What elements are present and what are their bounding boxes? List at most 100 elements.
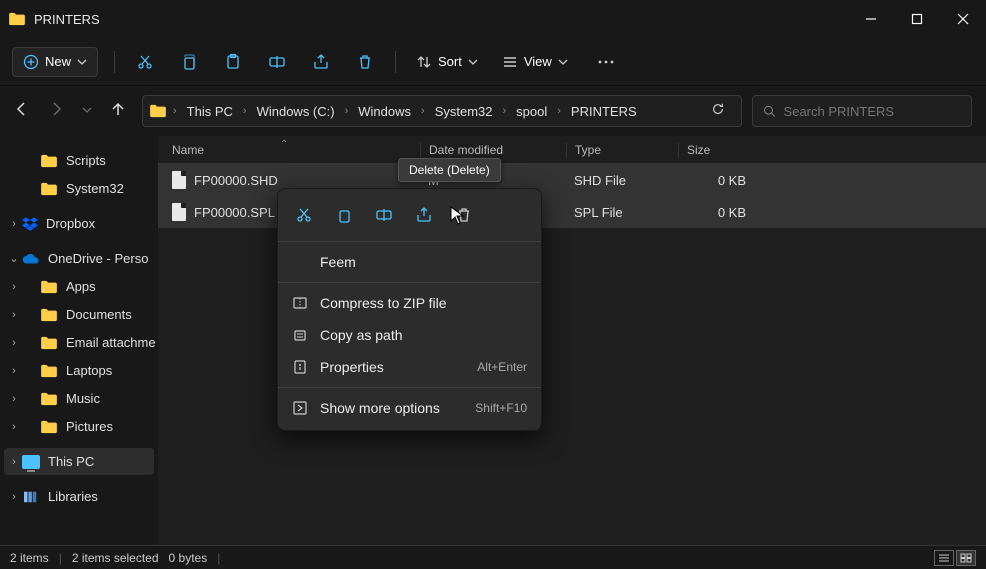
ctx-show-more[interactable]: Show more optionsShift+F10 [278,392,541,424]
sidebar-item-apps[interactable]: ›Apps [4,273,154,300]
cut-button[interactable] [125,44,165,80]
crumb[interactable]: This PC [183,104,237,119]
ctx-properties[interactable]: PropertiesAlt+Enter [278,351,541,383]
toolbar: New Sort View [0,38,986,86]
view-button[interactable]: View [492,44,578,80]
separator [395,51,396,73]
recent-button[interactable] [82,102,92,120]
properties-icon [292,359,308,375]
share-button[interactable] [301,44,341,80]
chevron-down-icon [468,57,478,67]
col-type[interactable]: Type [566,143,678,157]
column-headers: Name⌃ Date modified Type Size [158,136,986,164]
maximize-button[interactable] [894,0,940,38]
sidebar-item-email[interactable]: ›Email attachme [4,329,154,356]
thumbnails-view-button[interactable] [956,550,976,566]
collapse-icon[interactable]: ⌄ [8,252,20,265]
sort-label: Sort [438,54,462,69]
view-label: View [524,54,552,69]
status-bytes: 0 bytes [169,551,208,565]
rename-button[interactable] [257,44,297,80]
separator [114,51,115,73]
sidebar-item-pictures[interactable]: ›Pictures [4,413,154,440]
context-menu: Feem Compress to ZIP file Copy as path P… [277,188,542,431]
file-name: FP00000.SHD [194,173,278,188]
close-button[interactable] [940,0,986,38]
sidebar-item-thispc[interactable]: ›This PC [4,448,154,475]
libraries-icon [22,490,40,504]
sidebar-item-system32[interactable]: System32 [4,175,154,202]
sidebar-item-music[interactable]: ›Music [4,385,154,412]
ctx-delete-button[interactable] [446,199,482,231]
more-options-icon [292,400,308,416]
sidebar-item-laptops[interactable]: ›Laptops [4,357,154,384]
separator [278,282,541,283]
sidebar-item-scripts[interactable]: Scripts [4,147,154,174]
sidebar-item-documents[interactable]: ›Documents [4,301,154,328]
ctx-share-button[interactable] [406,199,442,231]
nav-tree: Scripts System32 ›Dropbox ⌄OneDrive - Pe… [0,136,158,545]
copy-path-icon [292,327,308,343]
file-size: 0 KB [678,205,758,220]
ctx-copy-button[interactable] [326,199,362,231]
file-name: FP00000.SPL [194,205,275,220]
paste-button[interactable] [213,44,253,80]
window-controls [848,0,986,38]
delete-tooltip: Delete (Delete) [398,158,501,182]
ctx-rename-button[interactable] [366,199,402,231]
copy-button[interactable] [169,44,209,80]
folder-icon [149,104,167,118]
separator [278,241,541,242]
window-title: PRINTERS [34,12,848,27]
col-date[interactable]: Date modified [420,143,566,157]
status-count: 2 items [10,551,49,565]
zip-icon [292,295,308,311]
chevron-right-icon[interactable]: › [171,105,179,117]
new-label: New [45,54,71,69]
separator [278,387,541,388]
refresh-button[interactable] [701,102,735,121]
more-button[interactable] [586,44,626,80]
sort-button[interactable]: Sort [406,44,488,80]
up-button[interactable] [110,101,126,122]
file-icon [172,171,186,189]
details-view-button[interactable] [934,550,954,566]
forward-button[interactable] [48,101,64,122]
crumb[interactable]: Windows (C:) [253,104,339,119]
search-icon [763,104,776,118]
back-button[interactable] [14,101,30,122]
crumb[interactable]: System32 [431,104,497,119]
file-type: SHD File [566,173,678,188]
navigation-row: › This PC› Windows (C:)› Windows› System… [0,86,986,136]
pc-icon [22,455,40,469]
crumb[interactable]: PRINTERS [567,104,641,119]
ctx-compress[interactable]: Compress to ZIP file [278,287,541,319]
sidebar-item-libraries[interactable]: ›Libraries [4,483,154,510]
dropbox-icon [22,217,38,231]
crumb[interactable]: Windows [354,104,415,119]
minimize-button[interactable] [848,0,894,38]
expand-icon[interactable]: › [8,218,20,230]
titlebar: PRINTERS [0,0,986,38]
folder-icon [8,12,26,26]
col-name[interactable]: Name⌃ [172,143,420,157]
col-size[interactable]: Size [678,143,758,157]
onedrive-icon [22,253,40,265]
file-size: 0 KB [678,173,758,188]
new-button[interactable]: New [12,47,98,77]
address-bar[interactable]: › This PC› Windows (C:)› Windows› System… [142,95,742,127]
file-icon [172,203,186,221]
ctx-feem[interactable]: Feem [278,246,541,278]
search-input[interactable] [784,104,961,119]
delete-button[interactable] [345,44,385,80]
sidebar-item-onedrive[interactable]: ⌄OneDrive - Perso [4,245,154,272]
file-type: SPL File [566,205,678,220]
ctx-cut-button[interactable] [286,199,322,231]
status-bar: 2 items | 2 items selected 0 bytes | [0,545,986,569]
crumb[interactable]: spool [512,104,551,119]
ctx-copy-path[interactable]: Copy as path [278,319,541,351]
chevron-down-icon [558,57,568,67]
search-box[interactable] [752,95,972,127]
sort-indicator-icon: ⌃ [280,139,288,150]
sidebar-item-dropbox[interactable]: ›Dropbox [4,210,154,237]
